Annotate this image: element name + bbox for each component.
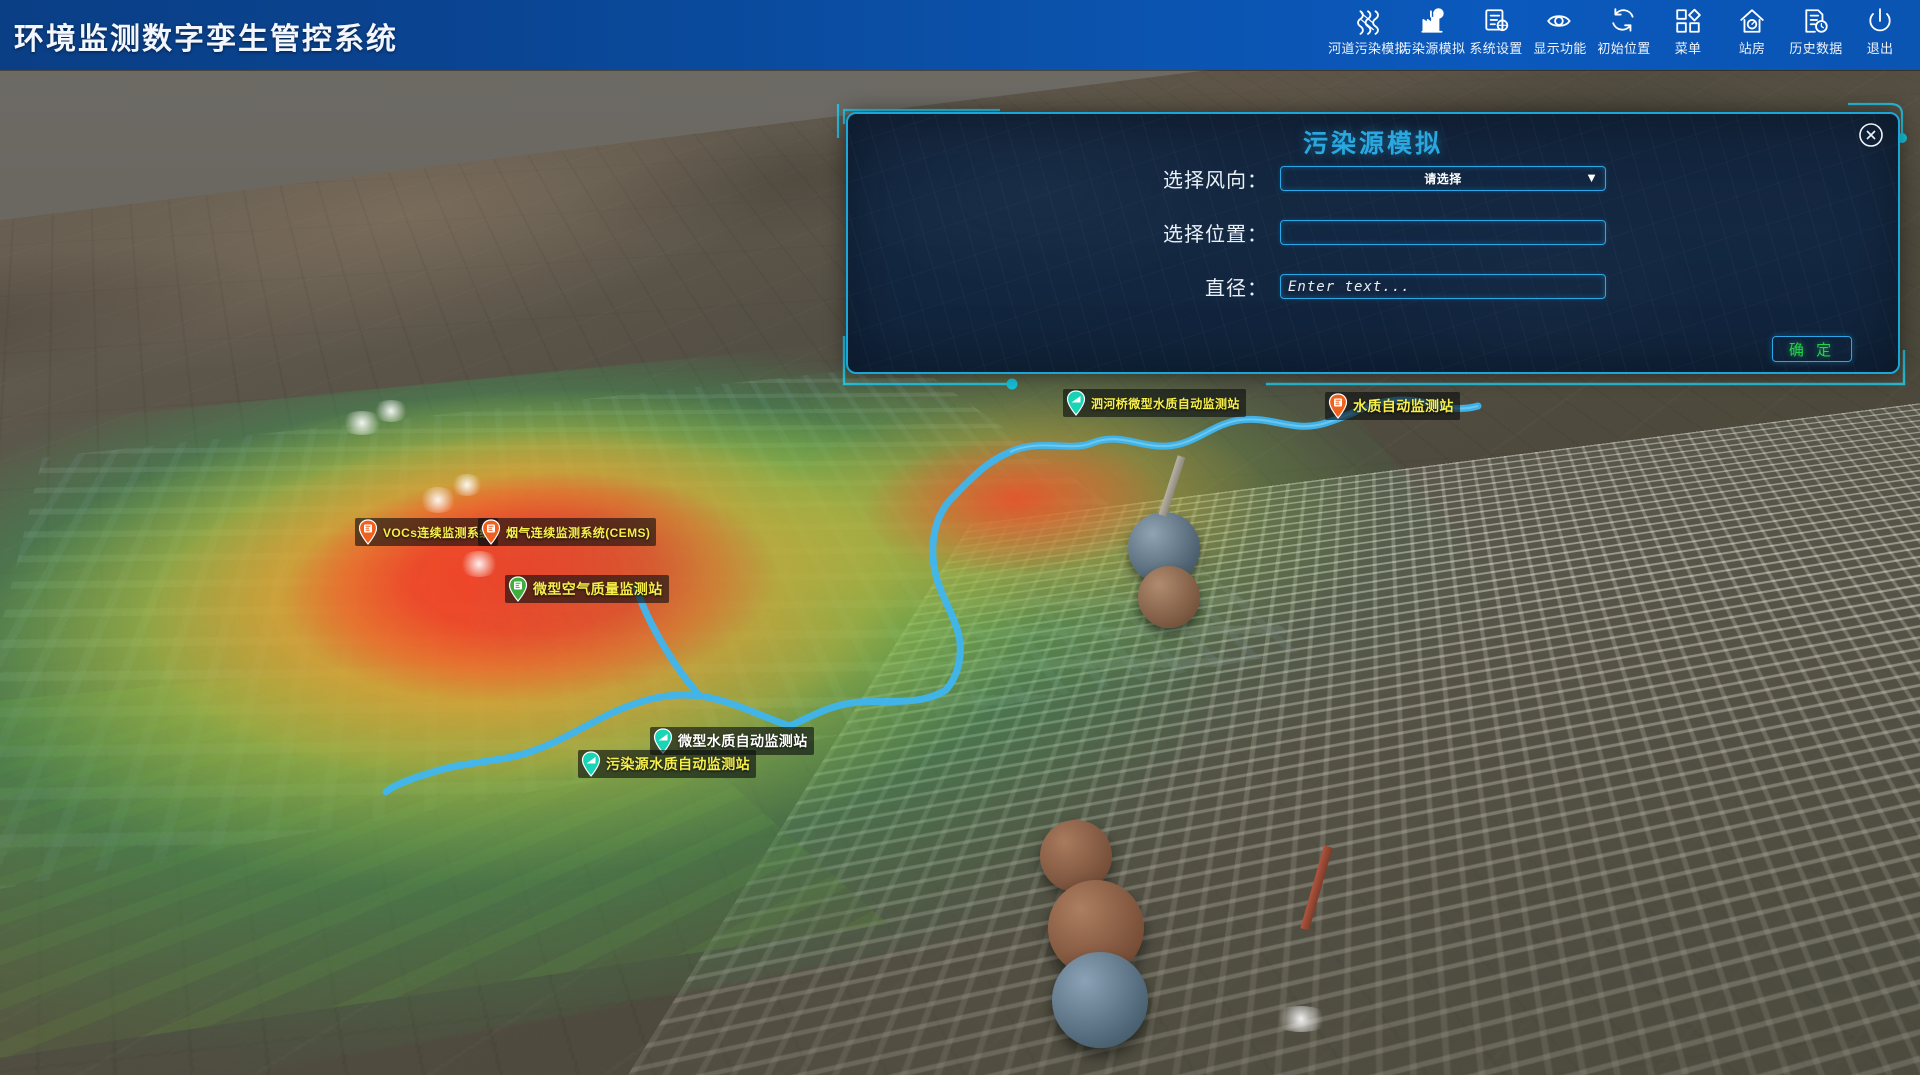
smoke-plume-b: [450, 474, 484, 496]
power-exit-icon: [1866, 7, 1894, 35]
station-house-icon: [1738, 7, 1766, 35]
map-marker-micro-air[interactable]: 微型空气质量监测站: [505, 575, 669, 603]
grid-menu-icon: [1674, 7, 1702, 35]
map-marker-vocs[interactable]: VOCs连续监测系统: [355, 518, 498, 546]
map-marker-label: 微型空气质量监测站: [533, 579, 663, 599]
map-pin-green-icon: [507, 576, 529, 602]
smoke-plume-e: [458, 551, 500, 577]
app-header: 环境监测数字孪生管控系统 河道污染模拟 污染源模拟 系统设置 显示功能 初始位置 菜单 站房…: [0, 0, 1920, 70]
form-field-label: 选择风向：: [848, 164, 1280, 193]
app-root: VOCs连续监测系统 烟气连续监测系统(CEMS) 微型空气质量监测站微型水质自动监…: [0, 0, 1920, 1075]
refresh-reset-icon: [1610, 7, 1638, 35]
toolbar-item-label: 站房: [1739, 38, 1766, 57]
form-row: 选择风向： 请选择 ▼: [848, 164, 1898, 193]
map-marker-cems[interactable]: 烟气连续监测系统(CEMS): [478, 518, 656, 546]
map-marker-label: 泗河桥微型水质自动监测站: [1091, 395, 1240, 412]
map-marker-src-water[interactable]: 污染源水质自动监测站: [578, 750, 756, 778]
form-field-label: 选择位置：: [848, 218, 1280, 247]
toolbar-item-label: 河道污染模拟: [1328, 38, 1408, 57]
pollution-source-dialog: 污染源模拟 选择风向： 请选择 ▼ 选择位置： 直径： Enter text... 确 定: [836, 98, 1910, 394]
toolbar-item-refresh-reset[interactable]: 初始位置: [1592, 5, 1656, 57]
toolbar-item-system-settings[interactable]: 系统设置: [1464, 5, 1528, 57]
toolbar-item-label: 退出: [1867, 38, 1894, 57]
map-marker-label: 水质自动监测站: [1353, 396, 1454, 416]
map-pin-teal-icon: [580, 751, 602, 777]
diameter-input-placeholder: Enter text...: [1281, 279, 1411, 295]
eye-visibility-icon: [1546, 7, 1574, 35]
page-title: 环境监测数字孪生管控系统: [14, 14, 398, 58]
toolbar-item-river-pollution[interactable]: 河道污染模拟: [1336, 5, 1400, 57]
map-pin-orange-icon: [357, 519, 379, 545]
toolbar-item-station-house[interactable]: 站房: [1720, 5, 1784, 57]
factory-emission-icon: [1418, 7, 1446, 35]
toolbar-item-label: 显示功能: [1533, 38, 1586, 57]
toolbar-item-history-document[interactable]: 历史数据: [1784, 5, 1848, 57]
toolbar-item-eye-visibility[interactable]: 显示功能: [1528, 5, 1592, 57]
system-settings-icon: [1482, 7, 1510, 35]
toolbar-item-label: 历史数据: [1789, 38, 1842, 57]
diameter-input[interactable]: Enter text...: [1280, 274, 1606, 299]
toolbar-item-grid-menu[interactable]: 菜单: [1656, 5, 1720, 57]
toolbar-item-label: 污染源模拟: [1399, 38, 1466, 57]
form-row: 直径： Enter text...: [848, 272, 1898, 301]
location-input[interactable]: [1280, 220, 1606, 245]
storage-tank-e: [1052, 952, 1148, 1048]
toolbar-item-label: 菜单: [1675, 38, 1702, 57]
map-marker-auto-water[interactable]: 水质自动监测站: [1325, 392, 1460, 420]
dialog-panel: 污染源模拟 选择风向： 请选择 ▼ 选择位置： 直径： Enter text... 确 定: [846, 112, 1900, 374]
dialog-form: 选择风向： 请选择 ▼ 选择位置： 直径： Enter text...: [848, 164, 1898, 326]
form-row: 选择位置：: [848, 218, 1898, 247]
map-pin-orange-icon: [1327, 393, 1349, 419]
map-marker-label: 污染源水质自动监测站: [606, 754, 750, 774]
toolbar-item-power-exit[interactable]: 退出: [1848, 5, 1912, 57]
toolbar-item-factory-emission[interactable]: 污染源模拟: [1400, 5, 1464, 57]
toolbar-item-label: 初始位置: [1597, 38, 1650, 57]
form-field-label: 直径：: [848, 272, 1280, 301]
history-document-icon: [1802, 7, 1830, 35]
map-marker-label: VOCs连续监测系统: [383, 524, 492, 541]
smoke-plume-f: [1272, 1006, 1330, 1032]
close-icon[interactable]: [1858, 122, 1884, 148]
toolbar-item-label: 系统设置: [1469, 38, 1522, 57]
smoke-plume-d: [372, 400, 410, 422]
map-marker-label: 烟气连续监测系统(CEMS): [506, 524, 650, 541]
storage-tank-b: [1138, 566, 1200, 628]
chevron-down-icon: ▼: [1585, 171, 1598, 184]
map-pin-orange-icon: [480, 519, 502, 545]
wind-direction-select[interactable]: 请选择 ▼: [1280, 166, 1606, 191]
dialog-title: 污染源模拟: [848, 124, 1898, 160]
map-marker-label: 微型水质自动监测站: [678, 731, 808, 751]
river-pollution-icon: [1354, 7, 1382, 35]
confirm-button[interactable]: 确 定: [1772, 336, 1852, 362]
wind-direction-value: 请选择: [1281, 170, 1605, 187]
header-toolbar: 河道污染模拟 污染源模拟 系统设置 显示功能 初始位置 菜单 站房 历史数据 退出: [1336, 5, 1912, 57]
